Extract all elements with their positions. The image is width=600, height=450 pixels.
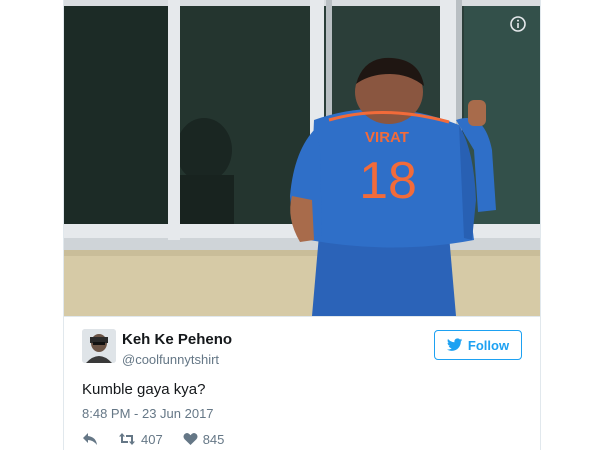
- display-name[interactable]: Keh Ke Peheno: [122, 331, 232, 348]
- jersey-number: 18: [359, 152, 417, 210]
- tweet-photo[interactable]: VIRAT 18: [64, 0, 540, 316]
- like-button[interactable]: 845: [183, 431, 225, 447]
- tweet-timestamp[interactable]: 8:48 PM - 23 Jun 2017: [82, 406, 214, 421]
- photo-scene: VIRAT 18: [64, 0, 540, 316]
- retweet-button[interactable]: 407: [118, 432, 163, 447]
- tweet-actions: 407 845: [82, 429, 244, 449]
- tweet-card: VIRAT 18 Keh Ke Peheno @coolfunnytshirt: [63, 0, 541, 450]
- avatar-image: [82, 329, 116, 363]
- reply-icon: [83, 433, 97, 445]
- info-icon[interactable]: [510, 16, 526, 32]
- follow-button[interactable]: Follow: [434, 330, 522, 360]
- like-count: 845: [202, 431, 225, 447]
- user-handle[interactable]: @coolfunnytshirt: [122, 352, 219, 367]
- reply-button[interactable]: [82, 432, 98, 446]
- heart-icon: [183, 432, 198, 445]
- follow-label: Follow: [467, 337, 510, 353]
- jersey-name: VIRAT: [365, 129, 409, 146]
- retweet-count: 407: [141, 431, 163, 447]
- tweet-body: Keh Ke Peheno @coolfunnytshirt Follow Ku…: [64, 316, 540, 450]
- twitter-bird-icon: [446, 338, 463, 351]
- avatar[interactable]: [82, 329, 116, 363]
- tweet-text: Kumble gaya kya?: [82, 381, 206, 398]
- retweet-icon: [119, 433, 135, 445]
